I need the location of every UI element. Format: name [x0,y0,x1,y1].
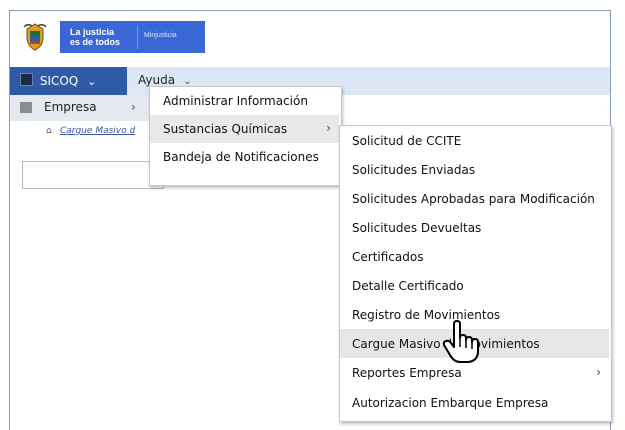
menu-item-sustancias-quimicas[interactable]: Sustancias Químicas › [150,115,339,143]
help-menu-button[interactable]: Ayuda ⌄ [138,73,192,87]
menu-item-label: Empresa [44,100,97,114]
help-label: Ayuda [138,73,176,87]
breadcrumb-link[interactable]: Cargue Masivo d [60,126,135,136]
logo-line-1: La justicia [70,27,115,37]
menu-item-administrar-informacion[interactable]: Administrar Información [150,87,339,115]
hand-pointer-icon [442,320,479,363]
menu-item-detalle-certificado[interactable]: Detalle Certificado [340,271,609,300]
header: La justicia es de todos Minjusticia [10,11,610,59]
content-panel [22,161,164,189]
menu-item-label: Solicitudes Devueltas [352,221,482,235]
dropdown-menu-empresa: Administrar Información Sustancias Quími… [149,86,342,186]
building-icon [20,102,32,113]
ministry-logo: La justicia es de todos Minjusticia [60,21,205,53]
logo-divider [137,25,138,49]
menu-item-label: Solicitud de CCITE [352,134,462,148]
menu-item-label: Solicitudes Aprobadas para Modificación [352,192,595,206]
logo-brand: Minjusticia [144,32,177,39]
menu-item-label: Bandeja de Notificaciones [163,150,319,164]
logo-line-2: es de todos [70,37,121,47]
menu-item-solicitud-ccite[interactable]: Solicitud de CCITE [340,126,609,155]
chevron-right-icon: › [596,365,601,379]
menu-item-solicitudes-aprobadas[interactable]: Solicitudes Aprobadas para Modificación [340,184,609,213]
sicoq-label: SICOQ [39,74,79,88]
menu-item-certificados[interactable]: Certificados [340,242,609,271]
menu-item-bandeja-notificaciones[interactable]: Bandeja de Notificaciones [150,143,339,171]
home-icon[interactable]: ⌂ [46,126,52,136]
menu-item-solicitudes-enviadas[interactable]: Solicitudes Enviadas [340,155,609,184]
menu-item-label: Reportes Empresa [352,366,462,380]
chevron-right-icon: › [326,121,331,135]
menu-item-solicitudes-devueltas[interactable]: Solicitudes Devueltas [340,213,609,242]
menu-item-label: Detalle Certificado [352,279,464,293]
chevron-right-icon: › [131,100,136,114]
menu-item-label: Administrar Información [163,94,308,108]
breadcrumb: ⌂ Cargue Masivo d [46,126,135,136]
chevron-down-icon: ⌄ [87,75,97,88]
app-grid-icon [20,73,33,86]
dropdown-menu-sustancias: Solicitud de CCITE Solicitudes Enviadas … [339,125,612,422]
menu-item-label: Solicitudes Enviadas [352,163,476,177]
menu-item-label: Certificados [352,250,424,264]
menu-item-label: Sustancias Químicas [163,122,288,136]
coat-of-arms-logo [23,23,47,51]
menu-item-empresa[interactable]: Empresa › [10,95,150,121]
menu-item-autorizacion-embarque[interactable]: Autorizacion Embarque Empresa [340,388,609,417]
menu-item-label: Autorizacion Embarque Empresa [352,396,549,410]
sicoq-menu-button[interactable]: SICOQ ⌄ [10,67,127,95]
